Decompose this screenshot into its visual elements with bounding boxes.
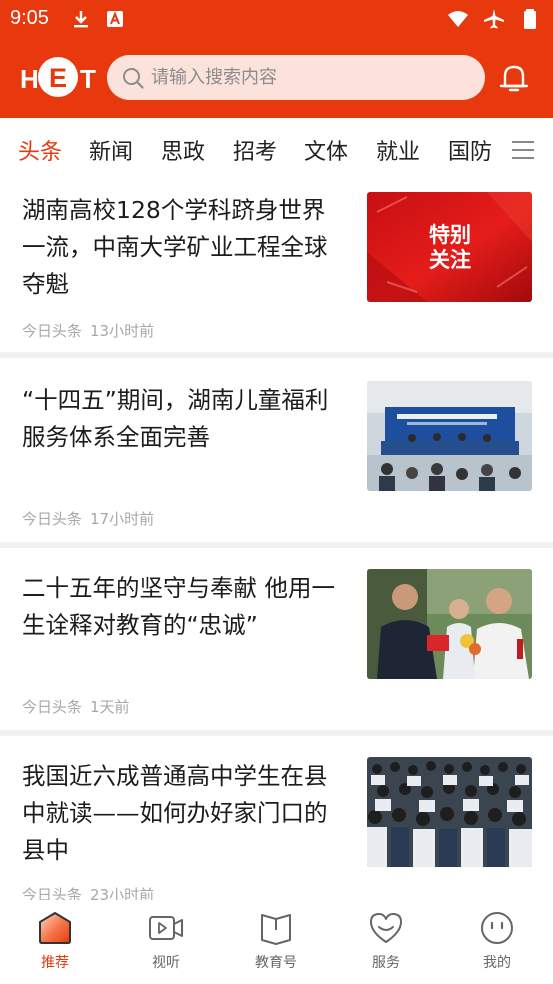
search-input[interactable] [151,55,471,100]
news-meta: 今日头条 1天前 [22,696,130,717]
news-title: 我国近六成普通高中学生在县中就读——如何办好家门口的县中 [22,762,328,864]
news-source: 今日头条 [22,322,83,340]
news-source: 今日头条 [22,510,83,528]
nav-video[interactable]: 视听 [126,910,206,976]
profile-icon [481,912,513,944]
news-thumbnail [367,381,532,491]
tab-defense[interactable]: 国防 [448,134,492,166]
news-time: 13小时前 [90,322,155,340]
news-card[interactable]: 我国近六成普通高中学生在县中就读——如何办好家门口的县中 今日头条 23小时前 [0,736,553,904]
nav-services[interactable]: 服务 [346,910,426,976]
news-card[interactable]: 二十五年的坚守与奉献 他用一生诠释对教育的“忠诚” 今日头条 1天前 [0,548,553,730]
news-card[interactable]: 湖南高校128个学科跻身世界一流，中南大学矿业工程全球夺魁 今日头条 13小时前 … [0,182,553,352]
category-tabs: 头条 新闻 思政 招考 文体 就业 国防 [0,118,553,182]
nav-label: 我的 [483,955,511,971]
news-meta: 今日头条 13小时前 [22,320,154,341]
nav-edu-account[interactable]: 教育号 [236,910,316,976]
tab-culture-sports[interactable]: 文体 [304,134,348,166]
news-title: 湖南高校128个学科跻身世界一流，中南大学矿业工程全球夺魁 [22,196,328,298]
svg-text:特别: 特别 [429,223,471,247]
status-time: 9:05 [10,7,49,29]
svg-text:H: H [20,64,39,94]
airplane-mode-icon [484,9,504,29]
news-source: 今日头条 [22,698,83,716]
news-time: 17小时前 [90,510,155,528]
news-title: “十四五”期间，湖南儿童福利服务体系全面完善 [22,386,329,451]
menu-icon[interactable] [512,140,534,160]
status-bar: 9:05 [0,0,553,38]
news-time: 1天前 [90,698,130,716]
tab-headlines[interactable]: 头条 [18,134,62,166]
home-icon [39,912,71,944]
search-bar[interactable] [107,55,485,100]
svg-text:E: E [49,63,67,93]
news-title: 二十五年的坚守与奉献 他用一生诠释对教育的“忠诚” [22,574,335,639]
video-icon [149,916,183,940]
bell-icon[interactable] [497,61,531,95]
nav-label: 教育号 [255,955,297,971]
tab-admissions[interactable]: 招考 [233,134,277,166]
book-icon [261,914,291,945]
svg-text:T: T [80,64,96,94]
app-header: 9:05 H E T [0,0,553,118]
tab-employment[interactable]: 就业 [376,134,420,166]
svg-text:关注: 关注 [429,248,471,272]
tab-news[interactable]: 新闻 [89,134,133,166]
news-meta: 今日头条 17小时前 [22,508,154,529]
news-thumbnail [367,757,532,867]
nav-label: 推荐 [41,955,69,971]
app-notification-icon [107,11,123,27]
heart-icon [370,913,402,943]
download-icon [74,11,88,28]
bottom-nav: 推荐 视听 教育号 服务 我的 [0,900,553,984]
wifi-icon [448,11,468,27]
search-icon [123,68,144,89]
het-logo[interactable]: H E T [20,56,96,98]
news-thumbnail [367,569,532,679]
nav-label: 视听 [152,955,180,971]
nav-profile[interactable]: 我的 [457,910,537,976]
nav-recommend[interactable]: 推荐 [15,910,95,976]
nav-label: 服务 [372,955,400,971]
news-thumbnail: 特别 关注 [367,192,532,302]
battery-icon [524,9,536,29]
news-card[interactable]: “十四五”期间，湖南儿童福利服务体系全面完善 今日头条 17小时前 [0,358,553,542]
tab-ideology[interactable]: 思政 [161,134,205,166]
